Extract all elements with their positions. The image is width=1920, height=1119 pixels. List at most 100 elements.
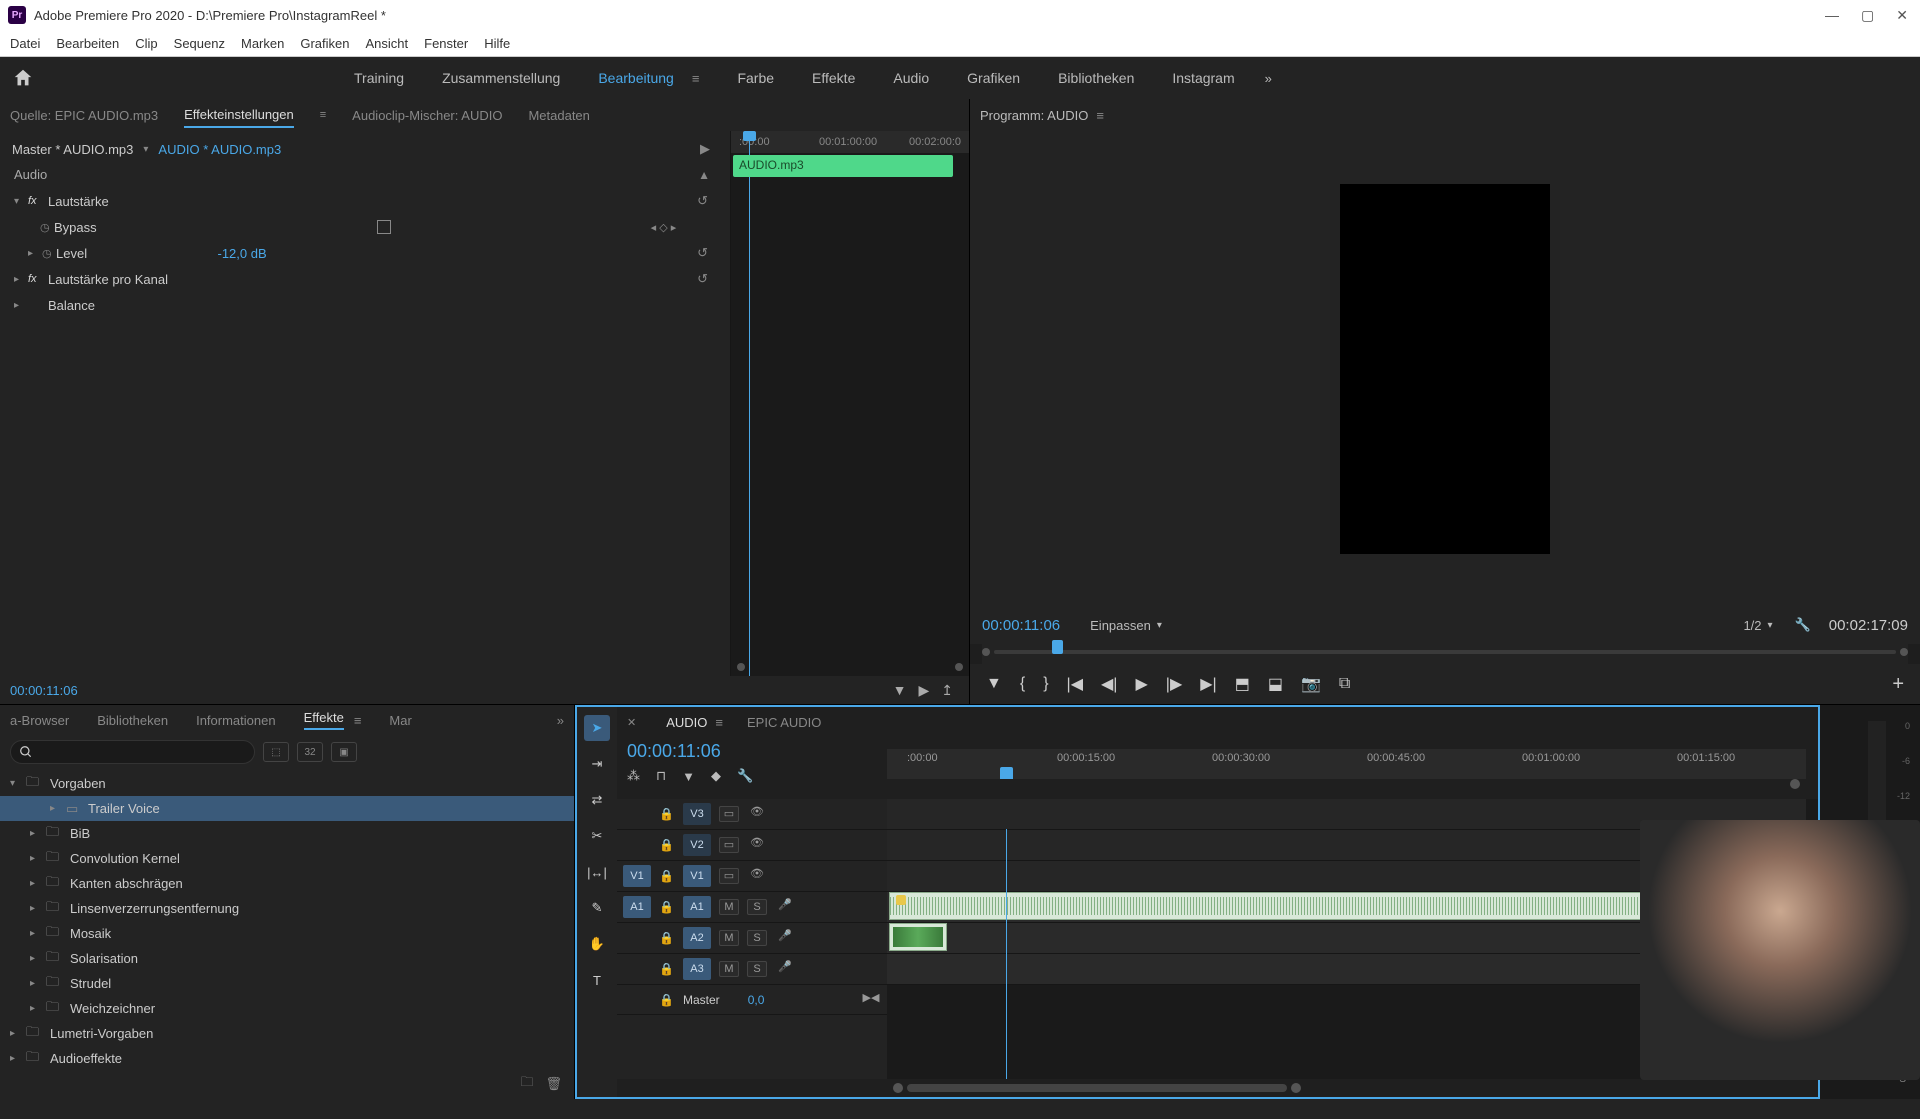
insert-mode-icon[interactable]: ◆ xyxy=(711,768,721,784)
search-input[interactable] xyxy=(10,740,255,764)
new-bin-icon[interactable]: 🗀 xyxy=(520,1073,533,1095)
settings-icon[interactable]: 🔧 xyxy=(1795,617,1811,633)
workspace-grafiken[interactable]: Grafiken xyxy=(967,70,1020,86)
export-frame-button[interactable]: 📷 xyxy=(1301,674,1321,694)
tree-folder[interactable]: ▸🗀Linsenverzerrungsentfernung xyxy=(0,896,574,921)
slip-tool[interactable]: |↔| xyxy=(584,859,610,885)
hand-tool[interactable]: ✋ xyxy=(584,931,610,957)
timeline-zoom-bar[interactable] xyxy=(907,1084,1287,1092)
toggle-sync-lock[interactable]: ▭ xyxy=(719,837,739,853)
source-patch[interactable]: V1 xyxy=(623,865,651,887)
twirl-icon[interactable]: ▸ xyxy=(30,1003,46,1014)
timeline-tab-epic[interactable]: EPIC AUDIO xyxy=(747,715,821,730)
linked-selection-icon[interactable]: ⊓ xyxy=(656,768,666,784)
solo-button[interactable]: S xyxy=(747,899,767,915)
workspace-bibliotheken[interactable]: Bibliotheken xyxy=(1058,70,1134,86)
project-tab[interactable]: a-Browser xyxy=(10,713,69,728)
project-tab[interactable]: Effekte xyxy=(304,710,344,730)
voice-over-icon[interactable]: 🎤 xyxy=(775,929,795,947)
fx-badge[interactable]: fx xyxy=(28,273,48,285)
workspace-audio[interactable]: Audio xyxy=(893,70,929,86)
timeline-tab-audio[interactable]: AUDIO xyxy=(666,715,707,730)
twirl-icon[interactable]: ▸ xyxy=(14,300,28,311)
playhead-icon[interactable] xyxy=(1000,767,1013,779)
toggle-sync-lock[interactable]: ▭ xyxy=(719,806,739,822)
ripple-edit-tool[interactable]: ⇄ xyxy=(584,787,610,813)
audio-clip-a2[interactable] xyxy=(889,923,947,951)
lock-icon[interactable]: 🔒 xyxy=(659,869,675,883)
menu-sequenz[interactable]: Sequenz xyxy=(174,36,225,51)
project-tab[interactable]: Informationen xyxy=(196,713,276,728)
workspace-farbe[interactable]: Farbe xyxy=(737,70,774,86)
razor-tool[interactable]: ✂ xyxy=(584,823,610,849)
close-button[interactable]: ✕ xyxy=(1896,7,1908,24)
export-icon[interactable]: ↥ xyxy=(941,682,953,699)
filter-icon[interactable]: ▼ xyxy=(893,682,907,698)
reset-icon[interactable]: ↺ xyxy=(697,245,708,261)
tree-folder[interactable]: ▸🗀BiB xyxy=(0,821,574,846)
timeline-timecode[interactable]: 00:00:11:06 xyxy=(627,741,877,762)
source-tab[interactable]: Metadaten xyxy=(528,108,589,123)
maximize-button[interactable]: ▢ xyxy=(1861,7,1874,24)
mark-in-button[interactable]: { xyxy=(1020,675,1025,693)
lock-icon[interactable]: 🔒 xyxy=(659,807,675,821)
panel-menu-icon[interactable]: ≡ xyxy=(354,713,362,728)
bypass-checkbox[interactable] xyxy=(377,220,391,234)
tree-folder[interactable]: ▸🗀Convolution Kernel xyxy=(0,846,574,871)
menu-bearbeiten[interactable]: Bearbeiten xyxy=(56,36,119,51)
timeline-ruler[interactable]: :00:0000:00:15:0000:00:30:0000:00:45:000… xyxy=(887,749,1806,779)
program-timecode-current[interactable]: 00:00:11:06 xyxy=(982,617,1060,634)
workspace-training[interactable]: Training xyxy=(354,70,404,86)
expand-icon[interactable]: ▶◀ xyxy=(861,991,881,1009)
twirl-icon[interactable]: ▸ xyxy=(30,953,46,964)
audio-track-header[interactable]: A1🔒A1MS🎤 xyxy=(617,892,887,923)
step-forward-button[interactable]: |▶ xyxy=(1166,674,1182,694)
minimize-button[interactable]: — xyxy=(1825,7,1839,24)
toggle-sync-lock[interactable]: ▭ xyxy=(719,868,739,884)
zoom-handle-right[interactable] xyxy=(1291,1083,1301,1093)
tree-folder[interactable]: ▸🗀Audioeffekte xyxy=(0,1046,574,1069)
menu-marken[interactable]: Marken xyxy=(241,36,284,51)
zoom-handle-right[interactable] xyxy=(955,663,963,671)
zoom-handle[interactable] xyxy=(1790,779,1800,789)
play-only-icon[interactable]: ▶ xyxy=(918,682,929,699)
effect-timeline-ruler[interactable]: :00:00 00:01:00:00 00:02:00:0 xyxy=(731,131,969,153)
twirl-icon[interactable]: ▸ xyxy=(30,903,46,914)
workspace-bearbeitung[interactable]: Bearbeitung xyxy=(598,70,674,86)
master-track-header[interactable]: 🔒Master0,0▶◀ xyxy=(617,985,887,1015)
zoom-handle-left[interactable] xyxy=(982,648,990,656)
twirl-icon[interactable]: ▸ xyxy=(30,928,46,939)
workspace-zusammenstellung[interactable]: Zusammenstellung xyxy=(442,70,560,86)
program-tab[interactable]: Programm: AUDIO xyxy=(980,108,1088,123)
stopwatch-icon[interactable]: ◷ xyxy=(40,221,54,234)
close-tab-icon[interactable]: ✕ xyxy=(627,716,636,729)
chevron-down-icon[interactable]: ▾ xyxy=(143,144,148,155)
solo-button[interactable]: S xyxy=(747,961,767,977)
track-target[interactable]: A2 xyxy=(683,927,711,949)
mute-button[interactable]: M xyxy=(719,899,739,915)
panel-menu-icon[interactable]: ≡ xyxy=(715,715,723,730)
tree-folder[interactable]: ▸🗀Solarisation xyxy=(0,946,574,971)
clip-marker-icon[interactable] xyxy=(896,895,906,905)
home-icon[interactable] xyxy=(12,67,34,89)
twirl-icon[interactable]: ▸ xyxy=(28,248,42,259)
tree-folder[interactable]: ▸🗀Strudel xyxy=(0,971,574,996)
fx-type-badge[interactable]: ⬚ xyxy=(263,742,289,762)
button-editor-icon[interactable]: + xyxy=(1892,673,1904,696)
marker-icon[interactable]: ▼ xyxy=(682,769,695,784)
mute-button[interactable]: M xyxy=(719,961,739,977)
audio-track-header[interactable]: 🔒A3MS🎤 xyxy=(617,954,887,985)
source-timecode[interactable]: 00:00:11:06 xyxy=(10,683,887,698)
tree-folder[interactable]: ▸🗀Lumetri-Vorgaben xyxy=(0,1021,574,1046)
track-select-tool[interactable]: ⇥ xyxy=(584,751,610,777)
overflow-icon[interactable]: » xyxy=(557,713,564,728)
twirl-icon[interactable]: ▸ xyxy=(50,803,66,814)
menu-fenster[interactable]: Fenster xyxy=(424,36,468,51)
twirl-icon[interactable]: ▾ xyxy=(10,778,26,789)
panel-menu-icon[interactable]: ≡ xyxy=(320,109,326,121)
goto-out-button[interactable]: ▶| xyxy=(1200,674,1216,694)
panel-menu-icon[interactable]: ≡ xyxy=(1096,108,1104,123)
track-target[interactable]: V3 xyxy=(683,803,711,825)
reset-icon[interactable]: ↺ xyxy=(697,271,708,287)
clip-link[interactable]: AUDIO * AUDIO.mp3 xyxy=(158,142,281,157)
